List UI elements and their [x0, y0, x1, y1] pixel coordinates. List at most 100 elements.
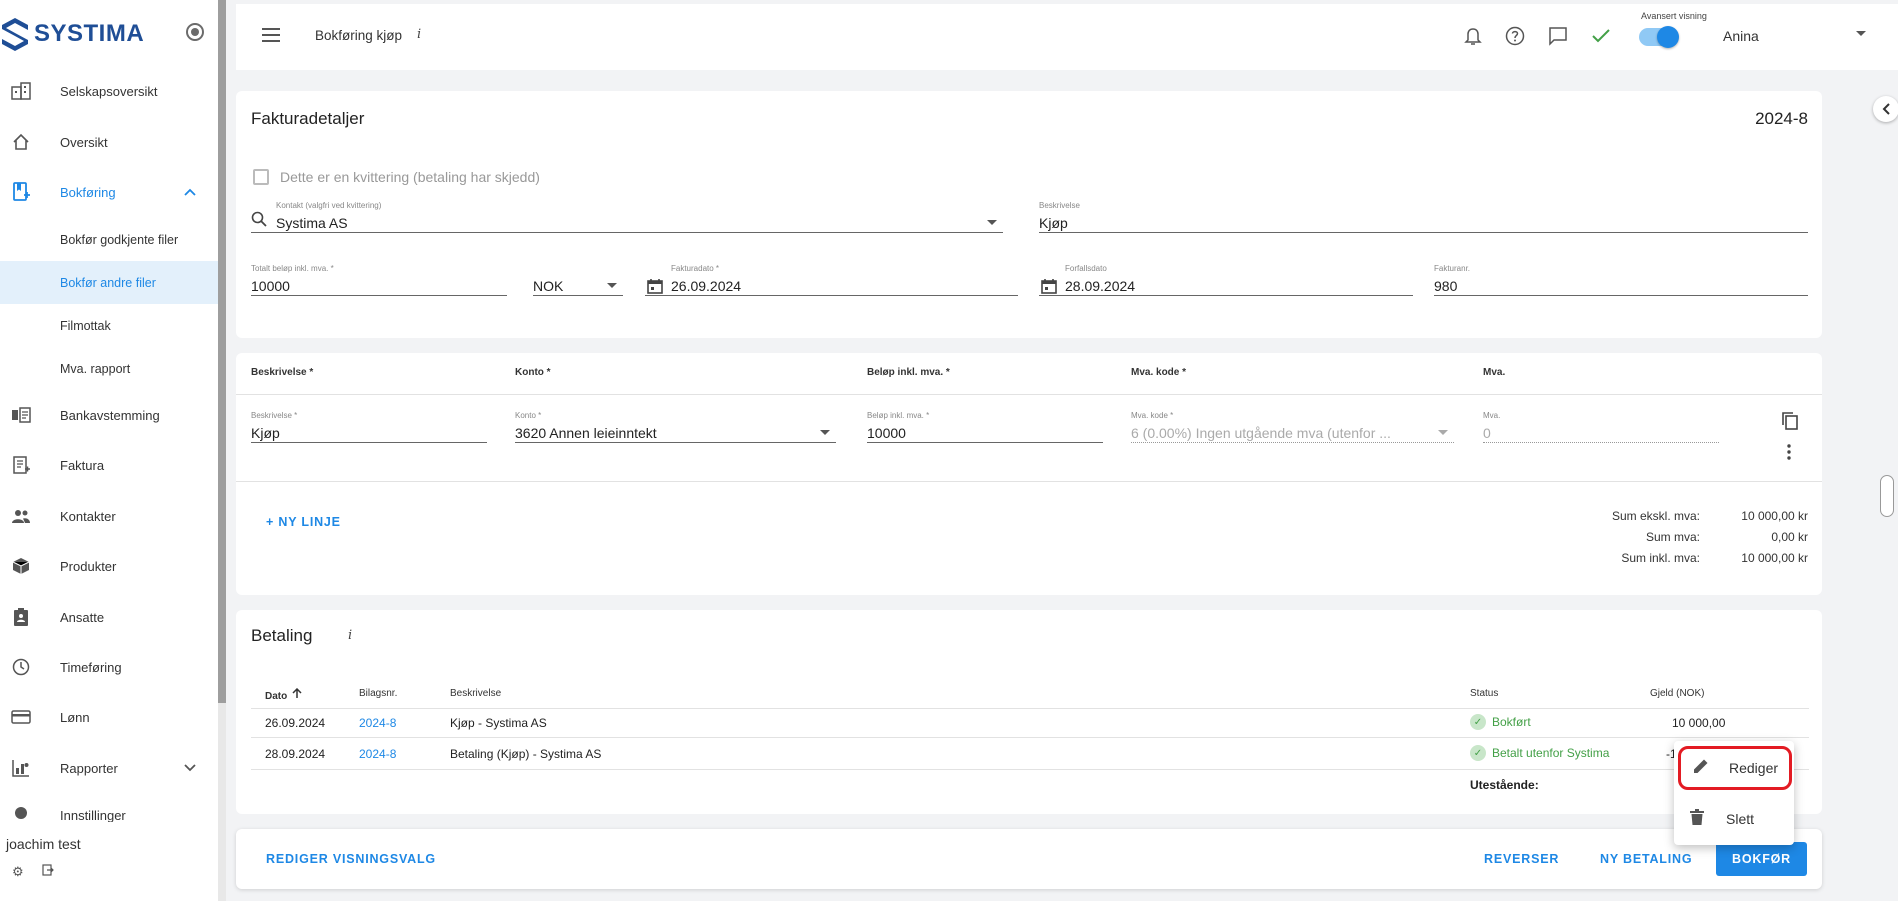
- sidebar-item-label: Bokføring: [60, 184, 116, 200]
- advanced-view-label: Avansert visning: [1641, 11, 1707, 21]
- box-icon: [10, 555, 32, 577]
- invoice-number-field[interactable]: Fakturanr. 980: [1434, 264, 1808, 296]
- line-vat-code-select: Mva. kode * 6 (0.00%) Ingen utgående mva…: [1131, 411, 1454, 443]
- user-select[interactable]: Anina: [1723, 28, 1759, 44]
- delete-menu-item[interactable]: Slett: [1674, 797, 1794, 841]
- line-amount-label: Beløp inkl. mva. *: [867, 411, 930, 420]
- copy-icon[interactable]: [1780, 411, 1800, 434]
- sidebar-item-selskapsoversikt[interactable]: Selskapsoversikt: [0, 69, 218, 113]
- checkmark-icon[interactable]: [1589, 24, 1613, 48]
- col-header-debt[interactable]: Gjeld (NOK): [1650, 688, 1704, 699]
- post-button[interactable]: BOKFØR: [1716, 842, 1807, 876]
- logo[interactable]: SYSTIMA: [0, 14, 144, 54]
- chevron-down-icon: [1438, 430, 1448, 435]
- row-voucher-link[interactable]: 2024-8: [359, 747, 396, 761]
- add-line-button[interactable]: + NY LINJE: [266, 515, 341, 529]
- row-voucher-link[interactable]: 2024-8: [359, 716, 396, 730]
- reverse-button[interactable]: REVERSER: [1484, 852, 1559, 866]
- sidebar-item-lonn[interactable]: Lønn: [0, 695, 218, 739]
- due-date-field[interactable]: Forfallsdato 28.09.2024: [1039, 264, 1413, 296]
- current-user-name: joachim test: [6, 836, 81, 852]
- line-amount-value: 10000: [867, 425, 906, 441]
- chevron-down-icon[interactable]: [1856, 31, 1866, 36]
- sidebar-item-bokforing[interactable]: Bokføring: [0, 170, 218, 214]
- receipt-checkbox[interactable]: [253, 169, 269, 185]
- line-vat-value: 0: [1483, 425, 1491, 441]
- outstanding-label: Utestående:: [1470, 778, 1539, 792]
- check-circle-icon: ✓: [1470, 714, 1486, 730]
- line-account-value: 3620 Annen leieinntekt: [515, 425, 657, 441]
- contact-field[interactable]: Kontakt (valgfri ved kvittering) Systima…: [251, 201, 1003, 233]
- currency-value: NOK: [533, 278, 564, 294]
- sidebar-item-produkter[interactable]: Produkter: [0, 544, 218, 588]
- invoice-details-title: Fakturadetaljer: [251, 109, 365, 128]
- drag-handle[interactable]: [1880, 475, 1894, 517]
- chevron-down-icon: [820, 430, 830, 435]
- line-amount-field[interactable]: Beløp inkl. mva. * 10000: [867, 411, 1103, 443]
- chevron-down-icon: [607, 283, 617, 288]
- row-date: 26.09.2024: [265, 716, 326, 730]
- search-icon: [251, 211, 267, 230]
- sidebar-subitem-bokfor-godkjente[interactable]: Bokfør godkjente filer: [0, 218, 218, 261]
- sidebar-item-timeforing[interactable]: Timeføring: [0, 645, 218, 689]
- gear-icon: [10, 802, 32, 822]
- sidebar-subitem-mva-rapport[interactable]: Mva. rapport: [0, 347, 218, 390]
- new-payment-button[interactable]: NY BETALING: [1600, 852, 1692, 866]
- col-header-description: Beskrivelse *: [251, 367, 314, 378]
- divider: [236, 394, 1822, 395]
- sidebar-item-faktura[interactable]: Faktura: [0, 443, 218, 487]
- page-title: Bokføring kjøp: [315, 28, 403, 43]
- invoice-number: 2024-8: [1755, 109, 1808, 128]
- menu-icon[interactable]: [262, 28, 280, 42]
- invoice-date-value: 26.09.2024: [671, 278, 742, 294]
- edit-view-options-button[interactable]: REDIGER VISNINGSVALG: [266, 852, 436, 866]
- record-icon[interactable]: [186, 23, 204, 41]
- home-icon: [10, 131, 32, 153]
- bell-icon[interactable]: [1461, 24, 1485, 48]
- logout-icon[interactable]: [42, 864, 54, 880]
- currency-select[interactable]: NOK: [533, 264, 623, 296]
- line-account-label: Konto *: [515, 411, 542, 420]
- help-icon[interactable]: [1503, 24, 1527, 48]
- sidebar-subitem-label: Bokfør godkjente filer: [60, 232, 179, 247]
- systima-logo-icon: [2, 18, 28, 51]
- col-header-voucher[interactable]: Bilagsnr.: [359, 688, 397, 699]
- sidebar-item-label: Lønn: [60, 709, 90, 725]
- status-badge: ✓ Betalt utenfor Systima: [1470, 745, 1609, 761]
- line-account-select[interactable]: Konto * 3620 Annen leieinntekt: [515, 411, 836, 443]
- sidebar-item-label: Innstillinger: [60, 808, 126, 822]
- sidebar-item-ansatte[interactable]: Ansatte: [0, 595, 218, 639]
- info-icon[interactable]: i: [348, 628, 352, 643]
- col-header-date[interactable]: Dato: [265, 687, 302, 702]
- advanced-view-toggle[interactable]: [1639, 26, 1679, 48]
- sidebar-scrollbar[interactable]: [218, 0, 226, 901]
- payment-title: Betaling: [251, 626, 313, 645]
- chevron-down-icon: [987, 220, 997, 225]
- collapse-panel-button[interactable]: [1873, 96, 1898, 122]
- sum-excl-vat-label: Sum ekskl. mva:: [1611, 509, 1700, 523]
- toggle-knob: [1657, 26, 1679, 48]
- line-description-field[interactable]: Beskrivelse * Kjøp: [251, 411, 487, 443]
- total-amount-field[interactable]: Totalt beløp inkl. mva. * 10000: [251, 264, 507, 296]
- gear-icon[interactable]: ⚙: [12, 864, 24, 880]
- info-icon[interactable]: i: [417, 27, 421, 42]
- contact-label: Kontakt (valgfri ved kvittering): [276, 201, 382, 210]
- invoice-date-field[interactable]: Fakturadato * 26.09.2024: [645, 264, 1018, 296]
- sidebar-item-kontakter[interactable]: Kontakter: [0, 494, 218, 538]
- col-header-amount: Beløp inkl. mva. *: [867, 367, 950, 378]
- sidebar-item-rapporter[interactable]: Rapporter: [0, 746, 218, 790]
- chat-icon[interactable]: [1546, 24, 1570, 48]
- sidebar-item-innstillinger[interactable]: Innstillinger: [0, 796, 218, 822]
- line-description-value: Kjøp: [251, 425, 280, 441]
- scrollbar-thumb[interactable]: [218, 0, 226, 703]
- sidebar-subitem-bokfor-andre[interactable]: Bokfør andre filer: [0, 261, 218, 304]
- row-context-menu: Rediger Slett: [1674, 741, 1794, 845]
- sidebar-item-bankavstemming[interactable]: Bankavstemming: [0, 393, 218, 437]
- col-header-description[interactable]: Beskrivelse: [450, 688, 501, 699]
- more-vert-icon[interactable]: [1785, 443, 1793, 464]
- col-header-status[interactable]: Status: [1470, 688, 1498, 699]
- sidebar-item-oversikt[interactable]: Oversikt: [0, 120, 218, 164]
- sidebar-subitem-filmottak[interactable]: Filmottak: [0, 304, 218, 347]
- edit-menu-item[interactable]: Rediger: [1678, 746, 1792, 790]
- description-field[interactable]: Beskrivelse Kjøp: [1039, 201, 1808, 233]
